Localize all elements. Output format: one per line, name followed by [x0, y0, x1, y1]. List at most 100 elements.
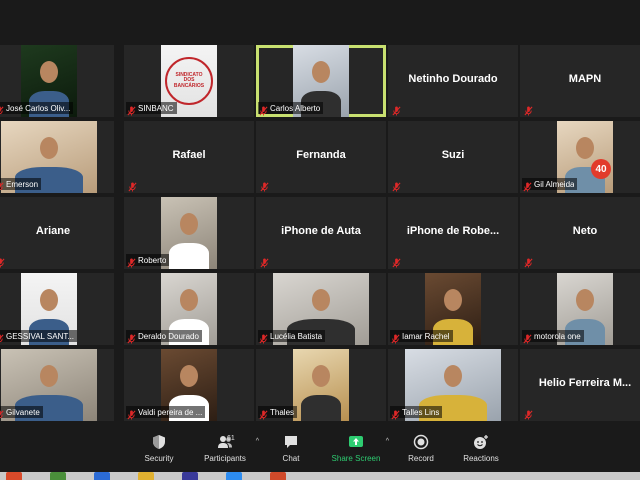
participant-tile[interactable]: Gilvanete — [0, 349, 114, 421]
participant-nametag: Iamar Rachel — [390, 330, 453, 344]
participant-tile[interactable]: iPhone de Robe... — [388, 197, 518, 269]
muted-mic-icon — [0, 407, 4, 419]
participant-tile[interactable]: SINDICATO DOS BANCÁRIOS SINBANC — [124, 45, 254, 117]
participants-button[interactable]: 61 Participants ^ — [189, 426, 261, 470]
chat-button[interactable]: Chat — [261, 426, 321, 470]
participant-nametag: Gil Almeida — [522, 178, 578, 192]
reactions-button[interactable]: Reactions — [451, 426, 511, 470]
participant-name: Iamar Rachel — [402, 331, 450, 341]
participant-tile[interactable]: Neto — [520, 197, 640, 269]
participant-name: Lucélia Batista — [270, 331, 323, 341]
participant-body — [301, 395, 341, 421]
taskbar-app-icon[interactable] — [50, 472, 66, 480]
participant-name: Talles Lins — [402, 407, 440, 417]
participant-tile[interactable]: Thales — [256, 349, 386, 421]
muted-mic-icon — [392, 255, 401, 268]
union-logo: SINDICATO DOS BANCÁRIOS — [165, 57, 213, 105]
muted-mic-icon — [392, 103, 401, 116]
participant-tile[interactable]: Ariane — [0, 197, 114, 269]
participant-tile[interactable]: Rafael — [124, 121, 254, 193]
participant-name: iPhone de Auta — [281, 225, 361, 237]
participant-nametag: GESSIVAL SANT... — [0, 330, 78, 343]
participant-tile[interactable]: motorola one — [520, 273, 640, 345]
muted-mic-icon — [127, 407, 136, 420]
participants-caret-icon[interactable]: ^ — [256, 438, 259, 445]
participant-nametag: motorola one — [522, 330, 584, 344]
participant-name: iPhone de Robe... — [406, 225, 500, 237]
participant-tile[interactable]: Carlos Alberto — [256, 45, 386, 117]
muted-mic-icon — [392, 179, 401, 192]
participant-name: Fernanda — [296, 149, 346, 161]
participant-tile[interactable]: Netinho Dourado — [388, 45, 518, 117]
shield-icon — [153, 434, 165, 449]
participant-nametag: Gilvanete — [0, 406, 43, 419]
participant-tile[interactable]: Iamar Rachel — [388, 273, 518, 345]
muted-mic-icon — [0, 255, 5, 268]
participant-face — [40, 137, 58, 159]
participant-face — [40, 61, 58, 83]
participant-video — [293, 349, 349, 421]
record-button[interactable]: Record — [391, 426, 451, 470]
reactions-label: Reactions — [463, 453, 499, 463]
participant-tile[interactable]: Suzi — [388, 121, 518, 193]
taskbar-app-icon[interactable] — [226, 472, 242, 480]
participant-name: Helio Ferreira M... — [538, 377, 632, 389]
participant-tile[interactable]: 40 Gil Almeida — [520, 121, 640, 193]
muted-mic-icon — [260, 179, 269, 192]
participant-face — [312, 365, 330, 387]
participant-nametag: Roberto — [126, 254, 170, 268]
share-screen-button[interactable]: Share Screen ^ — [321, 426, 391, 470]
participant-tile[interactable]: Helio Ferreira M... — [520, 349, 640, 421]
participant-nametag: José Carlos Oliv... — [0, 102, 74, 115]
participants-label: Participants — [204, 453, 246, 463]
participant-tile[interactable]: iPhone de Auta — [256, 197, 386, 269]
participant-tile[interactable]: José Carlos Oliv... — [0, 45, 114, 117]
participant-name: motorola one — [534, 331, 581, 341]
participant-face — [444, 289, 462, 311]
participant-nametag: SINBANC — [126, 102, 177, 116]
participant-name: Emerson — [6, 179, 39, 189]
muted-mic-icon — [0, 103, 4, 115]
participant-tile[interactable]: Deraldo Dourado — [124, 273, 254, 345]
gallery-view: José Carlos Oliv... SINDICATO DOS BANCÁRI… — [0, 0, 640, 424]
taskbar-app-icon[interactable] — [94, 472, 110, 480]
participant-nametag: Talles Lins — [390, 406, 443, 420]
participant-tile[interactable]: Valdi pereira de ... — [124, 349, 254, 421]
participant-face — [180, 365, 198, 387]
participant-tile[interactable]: Talles Lins — [388, 349, 518, 421]
participant-name: Gil Almeida — [534, 179, 575, 189]
participant-tile[interactable]: Fernanda — [256, 121, 386, 193]
meeting-toolbar: Security 61 Participants ^ Chat Share Sc… — [0, 424, 640, 472]
muted-mic-icon — [524, 407, 533, 420]
taskbar-app-icon[interactable] — [270, 472, 286, 480]
participant-name: Ariane — [35, 225, 71, 237]
participant-name: Roberto — [138, 255, 167, 265]
participant-tile[interactable]: GESSIVAL SANT... — [0, 273, 114, 345]
participant-face — [40, 289, 58, 311]
participant-name: Valdi pereira de ... — [138, 407, 203, 417]
security-label: Security — [144, 453, 174, 463]
muted-mic-icon — [259, 407, 268, 420]
muted-mic-icon — [391, 331, 400, 344]
share-caret-icon[interactable]: ^ — [386, 438, 389, 445]
taskbar-app-icon[interactable] — [138, 472, 154, 480]
record-label: Record — [408, 453, 434, 463]
participant-name: José Carlos Oliv... — [6, 103, 71, 113]
participant-tile[interactable]: Lucélia Batista — [256, 273, 386, 345]
participant-face — [40, 365, 58, 387]
os-taskbar — [0, 472, 640, 480]
share-screen-label: Share Screen — [331, 453, 381, 463]
participant-tile[interactable]: Roberto — [124, 197, 254, 269]
participant-name: Thales — [270, 407, 295, 417]
chat-label: Chat — [282, 453, 300, 463]
participant-nametag: Lucélia Batista — [258, 330, 326, 344]
participant-tile[interactable]: Emerson — [0, 121, 114, 193]
participant-tile[interactable]: MAPN — [520, 45, 640, 117]
participant-face — [312, 61, 330, 83]
taskbar-app-icon[interactable] — [6, 472, 22, 480]
muted-mic-icon — [391, 407, 400, 420]
muted-mic-icon — [128, 179, 137, 192]
taskbar-app-icon[interactable] — [182, 472, 198, 480]
security-button[interactable]: Security — [129, 426, 189, 470]
muted-mic-icon — [259, 103, 268, 116]
